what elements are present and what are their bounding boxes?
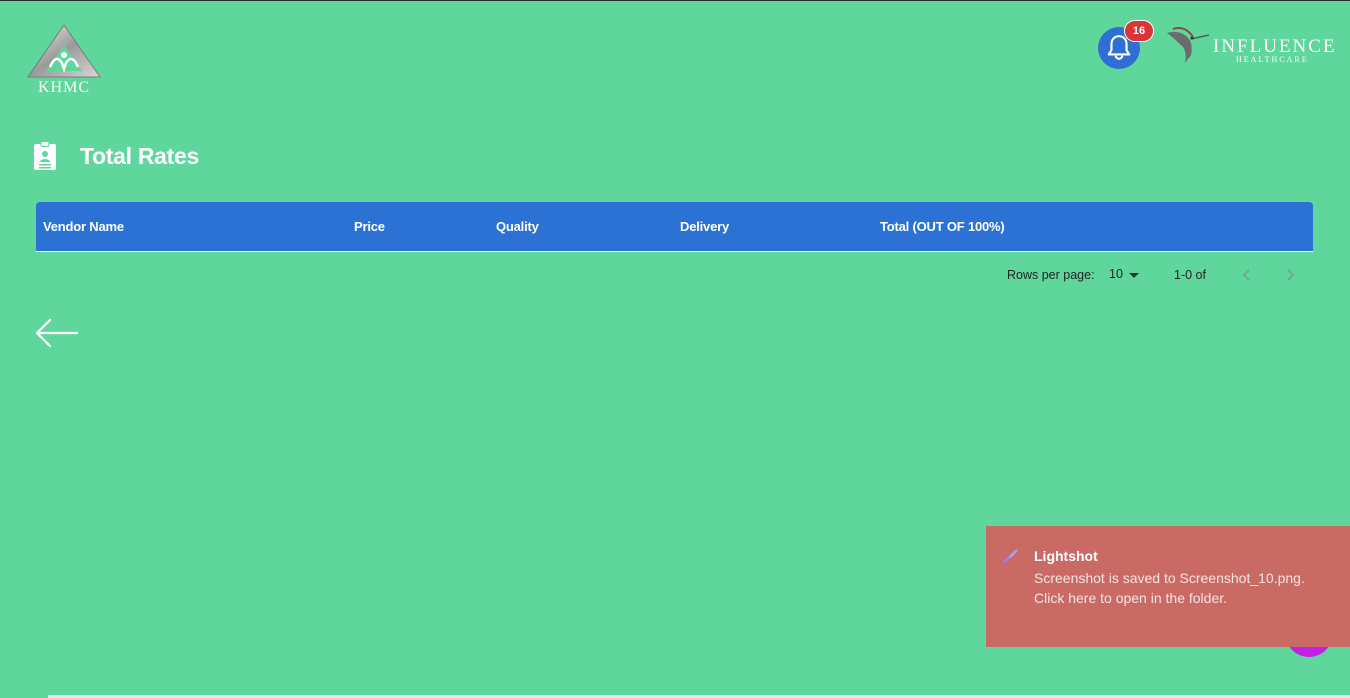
- chevron-left-icon[interactable]: [1240, 267, 1254, 283]
- rates-table-header: Vendor Name Price Quality Delivery Total…: [36, 202, 1313, 251]
- rows-per-page-select[interactable]: 10: [1109, 267, 1123, 281]
- table-pagination: Rows per page: 10 1-0 of: [0, 263, 1350, 287]
- influence-logo-subtitle: HEALTHCARE: [1236, 55, 1309, 64]
- column-header-quality[interactable]: Quality: [496, 202, 539, 251]
- column-header-total[interactable]: Total (OUT OF 100%): [880, 202, 1005, 251]
- feather-icon: [1003, 549, 1018, 563]
- chevron-right-icon[interactable]: [1283, 267, 1297, 283]
- page-heading: Total Rates: [33, 141, 199, 171]
- clipboard-user-icon: [34, 141, 56, 170]
- lightshot-notification[interactable]: Lightshot Screenshot is saved to Screens…: [986, 526, 1350, 647]
- table-divider: [36, 251, 1313, 252]
- pagination-range: 1-0 of: [1174, 268, 1206, 282]
- rows-per-page-label: Rows per page:: [1007, 268, 1095, 282]
- hummingbird-icon: [1167, 27, 1210, 63]
- toast-title: Lightshot: [1034, 548, 1098, 564]
- khmc-logo-mark: [27, 24, 101, 78]
- column-header-vendor-name[interactable]: Vendor Name: [43, 202, 124, 251]
- arrow-left-icon[interactable]: [34, 316, 80, 350]
- column-header-price[interactable]: Price: [354, 202, 385, 251]
- influence-healthcare-logo: INFLUENCE HEALTHCARE: [1163, 25, 1335, 67]
- caret-down-icon[interactable]: [1129, 273, 1139, 278]
- page-title: Total Rates: [80, 142, 199, 169]
- khmc-logo-text: KHMC: [37, 79, 90, 96]
- khmc-logo: KHMC: [26, 23, 102, 99]
- column-header-delivery[interactable]: Delivery: [680, 202, 729, 251]
- toast-message: Screenshot is saved to Screenshot_10.png…: [1034, 570, 1305, 606]
- notification-count-badge: 16: [1124, 20, 1154, 42]
